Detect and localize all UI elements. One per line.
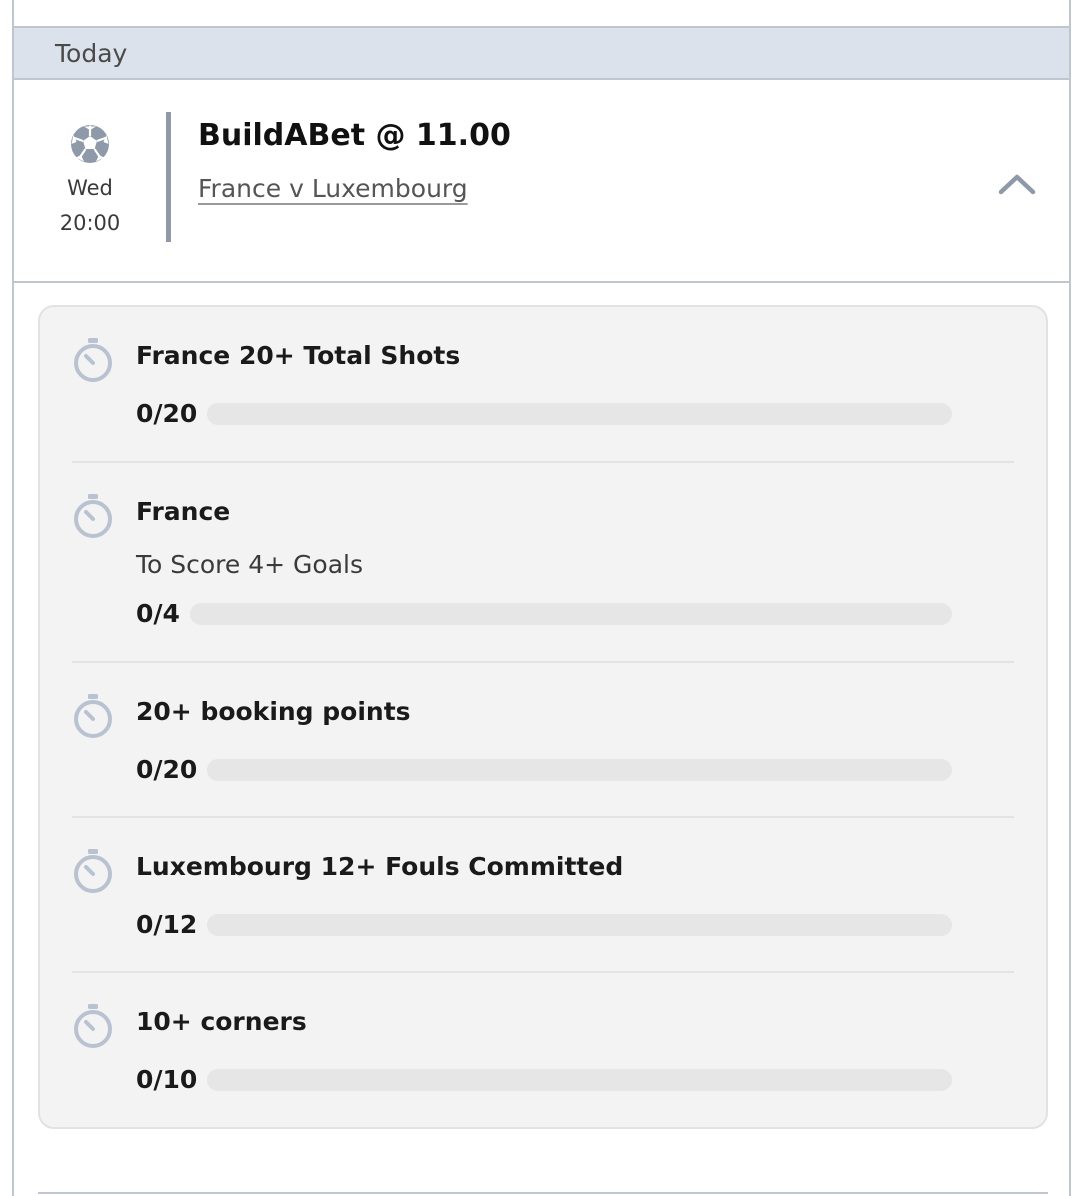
match-link[interactable]: France v Luxembourg [198,174,468,203]
bet-title: BuildABet @ 11.00 [198,118,511,153]
timer-icon [74,694,112,738]
football-icon [71,125,109,163]
leg-title: Luxembourg 12+ Fouls Committed [136,852,624,881]
day-header-label: Today [55,38,128,68]
day-header: Today [14,28,1069,80]
leg-title: France 20+ Total Shots [136,341,461,370]
progress-count: 0/10 [136,1065,198,1094]
progress-track [189,602,952,625]
event-summary[interactable]: Wed 20:00 BuildABet @ 11.00 France v Lux… [14,80,1069,283]
leg-progress: 0/12 [136,910,952,939]
timer-icon [74,1004,112,1048]
event-time: 20:00 [59,211,121,235]
bet-leg: France To Score 4+ Goals 0/4 [72,463,1014,663]
leg-title: France [136,497,231,526]
previous-item-edge [14,0,1069,28]
event-time-block: Wed 20:00 [14,80,166,281]
progress-track [207,758,952,781]
timer-icon [74,494,112,538]
bet-leg: 20+ booking points 0/20 [72,663,1014,818]
leg-progress: 0/10 [136,1065,952,1094]
leg-subtitle: To Score 4+ Goals [136,550,363,579]
next-item-edge [38,1192,1048,1194]
leg-title: 10+ corners [136,1007,307,1036]
leg-progress: 0/20 [136,755,952,784]
leg-progress: 0/20 [136,399,952,428]
bet-history-panel: Today Wed 20:00 BuildABet @ 11.00 France… [12,0,1071,1196]
progress-count: 0/20 [136,755,198,784]
chevron-up-icon[interactable] [997,172,1037,196]
timer-icon [74,338,112,382]
progress-track [207,402,952,425]
leg-progress: 0/4 [136,599,952,628]
event-divider [166,112,171,242]
bet-leg: France 20+ Total Shots 0/20 [72,307,1014,463]
leg-title: 20+ booking points [136,697,411,726]
bet-leg: Luxembourg 12+ Fouls Committed 0/12 [72,818,1014,973]
progress-count: 0/4 [136,599,180,628]
bet-legs-card: France 20+ Total Shots 0/20 France To Sc… [38,305,1048,1129]
progress-track [207,913,952,936]
bet-leg: 10+ corners 0/10 [72,973,1014,1123]
progress-track [207,1068,952,1091]
progress-count: 0/12 [136,910,198,939]
timer-icon [74,849,112,893]
event-day: Wed [67,176,113,200]
progress-count: 0/20 [136,399,198,428]
